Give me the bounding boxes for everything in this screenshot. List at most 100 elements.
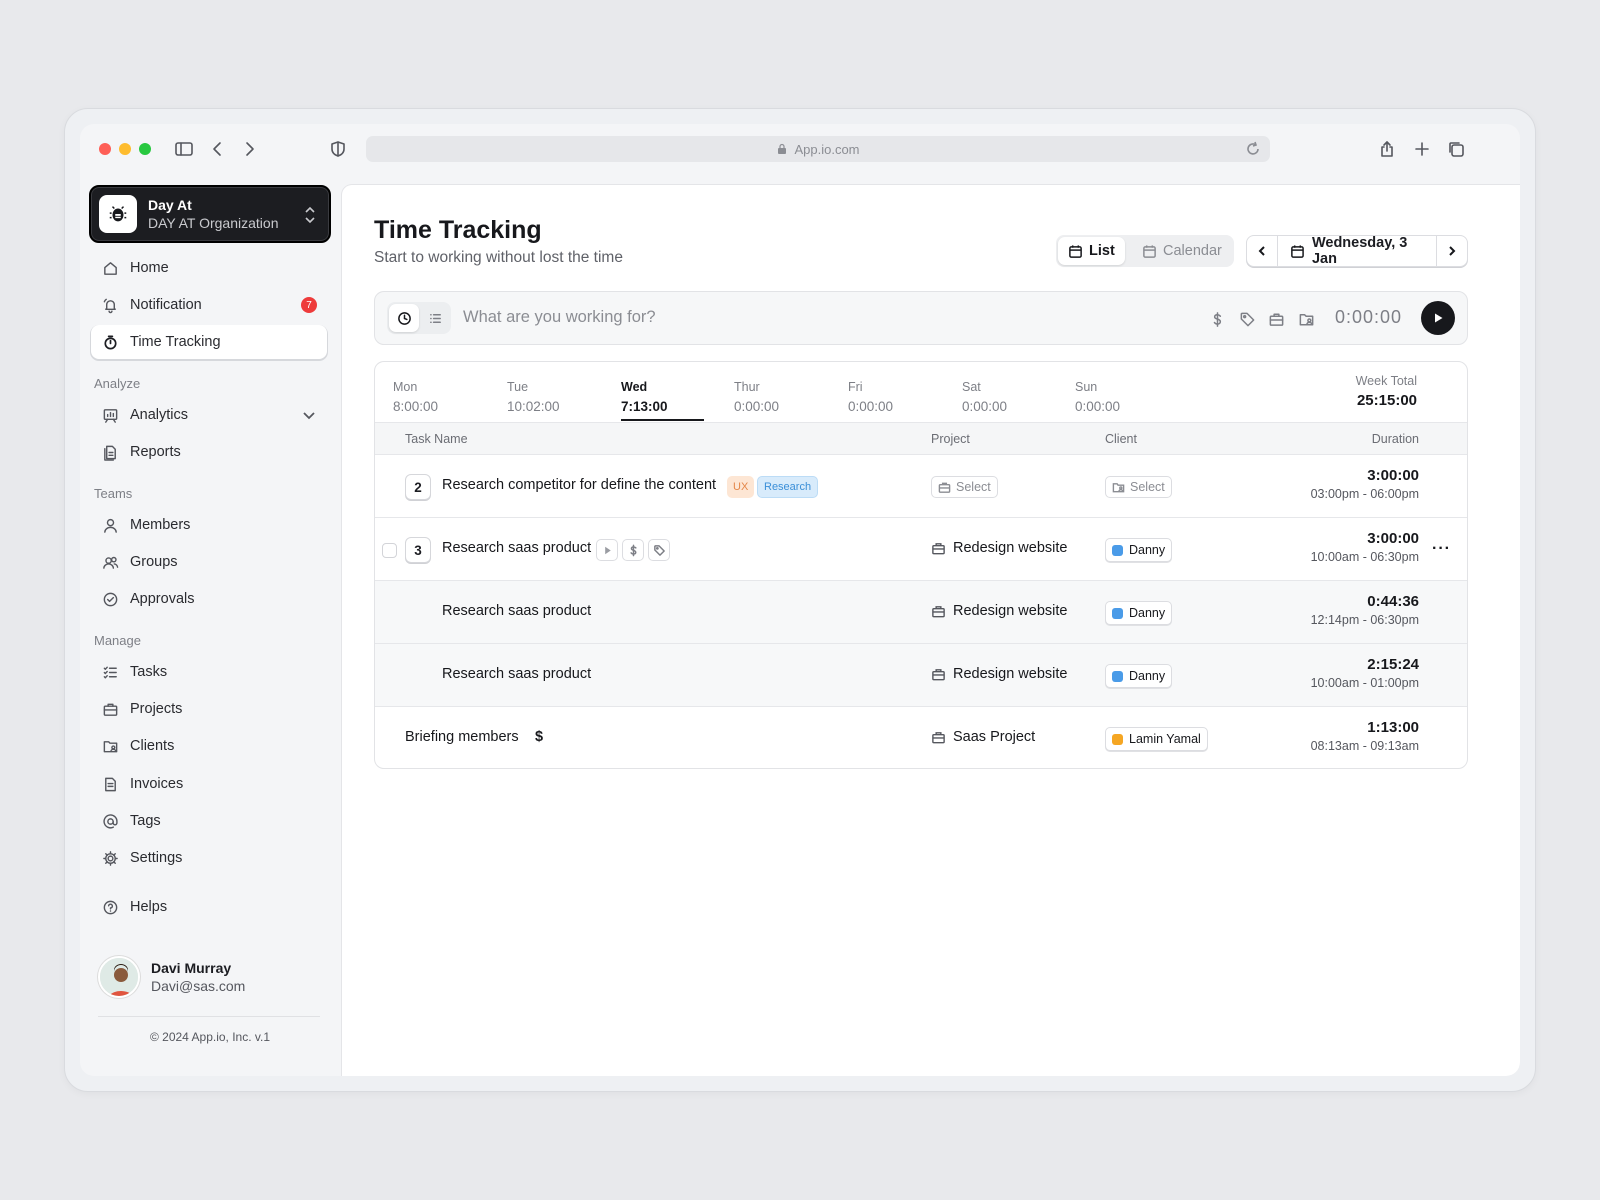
sidebar-item-tags[interactable]: Tags [91,804,327,838]
day-tab-thur[interactable]: Thur 0:00:00 [734,380,779,414]
tabs-overview-icon[interactable] [1444,137,1468,161]
reload-icon[interactable] [1244,140,1262,158]
sidebar-item-clients[interactable]: Clients [91,729,327,763]
resume-play-button[interactable] [596,539,618,561]
client-chip[interactable]: Danny [1105,664,1173,688]
project-cell[interactable]: Redesign website [931,603,1067,619]
folder-user-icon[interactable] [1296,309,1316,329]
sidebar-item-members[interactable]: Members [91,508,327,542]
calendar-view-button[interactable]: Calendar [1132,237,1232,265]
entry-duration: 0:44:36 12:14pm - 06:30pm [1311,593,1419,627]
table-row[interactable]: 3 Research saas product Redesign website… [375,518,1467,581]
project-name: Redesign website [953,666,1068,682]
day-name: Sun [1075,380,1098,394]
task-description-input[interactable]: What are you working for? [463,308,656,327]
table-row[interactable]: Research saas product Redesign website D… [375,581,1467,644]
sidebar-item-groups[interactable]: Groups [91,545,327,579]
notification-count-badge: 7 [301,297,317,313]
date-picker-button[interactable]: Wednesday, 3 Jan [1277,235,1437,267]
back-icon[interactable] [206,137,230,161]
task-name[interactable]: Research saas product [442,603,591,619]
close-window-dot[interactable] [99,143,111,155]
day-tab-mon[interactable]: Mon 8:00:00 [393,380,438,414]
organization-switcher[interactable]: Day At DAY AT Organization [89,185,331,243]
client-select-button[interactable]: Select [1105,476,1172,498]
day-tab-sat[interactable]: Sat 0:00:00 [962,380,1007,414]
table-row[interactable]: Briefing members $ Saas Project Lamin Ya… [375,707,1467,768]
client-chip[interactable]: Danny [1105,538,1173,562]
client-chip[interactable]: Lamin Yamal [1105,727,1208,751]
minimize-window-dot[interactable] [119,143,131,155]
week-total-label: Week Total [1355,374,1417,388]
day-tab-tue[interactable]: Tue 10:02:00 [507,380,560,414]
sidebar-item-invoices[interactable]: Invoices [91,767,327,801]
manual-mode-button[interactable] [420,304,450,332]
sidebar-item-analytics[interactable]: Analytics [91,398,327,432]
sidebar-item-home[interactable]: Home [91,251,327,285]
add-tag-button[interactable] [648,539,670,561]
day-tab-wed[interactable]: Wed 7:13:00 [621,380,668,414]
billable-dollar-icon[interactable]: $ [535,729,543,745]
entry-count-badge[interactable]: 2 [405,474,431,500]
sidebar-item-label: Invoices [130,776,184,792]
project-select-button[interactable]: Select [931,476,998,498]
tag-icon[interactable] [1237,309,1257,329]
user-name: Davi Murray [151,960,232,976]
table-row[interactable]: 2 Research competitor for define the con… [375,455,1467,518]
sidebar-item-label: Settings [130,850,183,866]
project-cell[interactable]: Redesign website [931,540,1067,556]
briefcase-icon[interactable] [1266,309,1286,329]
sidebar-item-time-tracking[interactable]: Time Tracking [91,325,327,359]
current-date: Wednesday, 3 Jan [1311,235,1408,267]
project-cell[interactable]: Redesign website [931,666,1067,682]
bug-logo-icon [109,206,127,222]
sidebar-item-reports[interactable]: Reports [91,435,327,469]
billable-toggle[interactable] [622,539,644,561]
task-name[interactable]: Briefing members [405,729,519,745]
chevron-down-icon[interactable] [301,407,317,423]
task-name[interactable]: Research saas product [442,540,591,556]
client-name: Danny [1129,669,1166,683]
shield-icon[interactable] [326,137,350,161]
time-range: 10:00am - 06:30pm [1310,550,1419,564]
list-view-button[interactable]: List [1058,237,1125,265]
timer-mode-button[interactable] [389,304,419,332]
sidebar-item-label: Analytics [130,407,189,423]
duration-value: 0:44:36 [1367,593,1419,610]
billable-dollar-icon[interactable] [1207,309,1227,329]
previous-day-button[interactable] [1247,236,1277,266]
browser-window: App.io.com Day At DAY AT Organization Ho… [80,124,1520,1076]
more-options-icon[interactable]: ··· [1432,540,1451,558]
row-checkbox[interactable] [382,543,397,558]
day-tab-fri[interactable]: Fri 0:00:00 [848,380,893,414]
address-bar[interactable]: App.io.com [366,136,1270,162]
sidebar-item-approvals[interactable]: Approvals [91,582,327,616]
sidebar-toggle-icon[interactable] [172,137,196,161]
entry-count-badge[interactable]: 3 [405,537,431,563]
sidebar-item-label: Groups [130,554,178,570]
time-range: 10:00am - 01:00pm [1310,676,1419,690]
sidebar-item-helps[interactable]: Helps [91,890,327,924]
table-row[interactable]: Research saas product Redesign website D… [375,644,1467,707]
calendar-icon [1069,244,1082,258]
share-icon[interactable] [1375,137,1399,161]
client-chip[interactable]: Danny [1105,601,1173,625]
sidebar-item-projects[interactable]: Projects [91,692,327,726]
new-tab-icon[interactable] [1410,137,1434,161]
forward-icon[interactable] [237,137,261,161]
maximize-window-dot[interactable] [139,143,151,155]
folder-user-icon [1112,482,1125,492]
sidebar-item-settings[interactable]: Settings [91,841,327,875]
day-tab-sun[interactable]: Sun 0:00:00 [1075,380,1120,414]
next-day-button[interactable] [1437,236,1467,266]
task-name[interactable]: Research competitor for define the conte… [442,477,716,493]
sidebar-item-label: Tags [130,813,161,829]
help-circle-icon [100,897,120,917]
gear-icon [100,848,120,868]
start-timer-button[interactable] [1421,301,1455,335]
sidebar-item-tasks[interactable]: Tasks [91,655,327,689]
project-cell[interactable]: Saas Project [931,729,1035,745]
task-name[interactable]: Research saas product [442,666,591,682]
sidebar-item-notification[interactable]: Notification 7 [91,288,327,322]
user-profile[interactable]: Davi Murray Davi@sas.com [98,956,328,1000]
